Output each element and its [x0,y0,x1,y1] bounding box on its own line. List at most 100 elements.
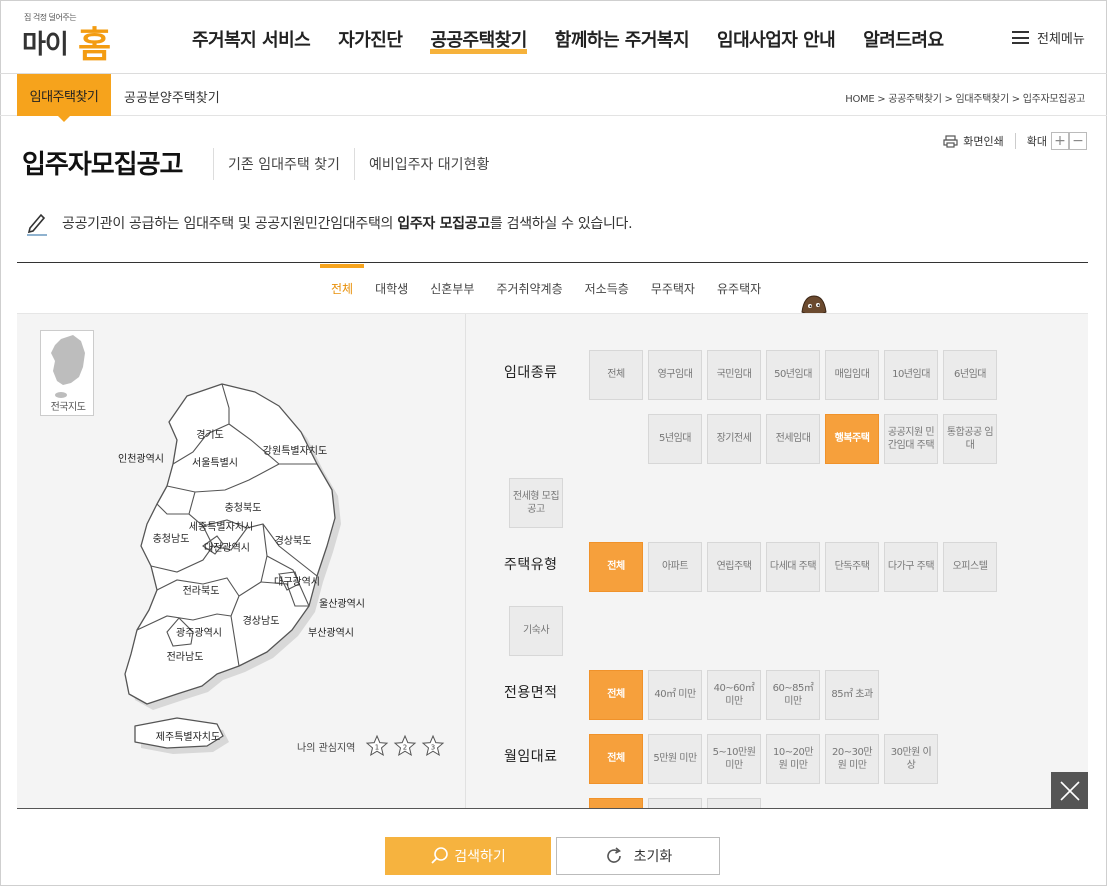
print-label: 화면인쇄 [963,135,1004,148]
area-40-60[interactable]: 40~60㎡ 미만 [707,670,761,720]
category-tab-all[interactable]: 전체 [320,264,365,312]
region-gyeongbuk[interactable]: 경상북도 [275,534,312,547]
category-tab-newlyweds[interactable]: 신혼부부 [419,264,485,312]
rental-type-6yr[interactable]: 6년임대 [943,350,997,400]
area-all[interactable]: 전체 [589,670,643,720]
map-area: 전국지도 경기도 인천광역시 서울특별시 강원특별자치도 충청북도 세종특별자치… [17,314,466,808]
region-sejong[interactable]: 세종특별자치시 [189,521,253,533]
logo-name-a: 마이 [22,30,69,60]
region-daegu[interactable]: 대구광역시 [274,576,320,588]
rental-type-purchase[interactable]: 매입임대 [825,350,879,400]
rental-type-long-jeonse[interactable]: 장기전세 [707,414,761,464]
area-over-85[interactable]: 85㎡ 초과 [825,670,879,720]
rental-type-10yr[interactable]: 10년임대 [884,350,938,400]
title-tabs: 기존 임대주택 찾기 예비입주자 대기현황 [213,148,503,180]
next-row-option-3[interactable] [707,798,761,808]
svg-text:2: 2 [403,744,407,752]
nav-housing-welfare-service[interactable]: 주거복지 서비스 [192,26,311,52]
close-icon [1059,780,1080,801]
rent-5-10[interactable]: 5~10만원 미만 [707,734,761,784]
zoom-in-button[interactable]: + [1051,132,1069,150]
nav-together-welfare[interactable]: 함께하는 주거복지 [555,26,690,52]
house-type-multi-family[interactable]: 다가구 주택 [884,542,938,592]
category-tab-homeless[interactable]: 무주택자 [640,264,706,312]
rental-type-integrated[interactable]: 통합공공 임대 [943,414,997,464]
intro-sentence: 공공기관이 공급하는 임대주택 및 공공지원민간임대주택의 입주자 모집공고를 … [62,216,633,232]
house-type-row-house[interactable]: 연립주택 [707,542,761,592]
nav-rental-business[interactable]: 임대사업자 안내 [717,26,836,52]
rental-type-all[interactable]: 전체 [589,350,643,400]
rental-type-5yr[interactable]: 5년임대 [648,414,702,464]
rental-type-national[interactable]: 국민임대 [707,350,761,400]
section-divider [17,262,1088,263]
area-under-40[interactable]: 40㎡ 미만 [648,670,702,720]
rental-type-permanent[interactable]: 영구임대 [648,350,702,400]
all-menu-button[interactable]: 전체메뉴 [1012,28,1085,47]
close-panel-button[interactable] [1051,772,1088,809]
house-type-detached[interactable]: 단독주택 [825,542,879,592]
rent-all[interactable]: 전체 [589,734,643,784]
print-button[interactable]: 화면인쇄 [943,133,1016,149]
rent-20-30[interactable]: 20~30만원 미만 [825,734,879,784]
house-type-all[interactable]: 전체 [589,542,643,592]
logo-tagline: 집 걱정 덜어주는 [24,13,77,22]
region-jeju[interactable]: 제주특별자치도 [156,731,220,743]
nav-public-housing-search[interactable]: 공공주택찾기 [430,26,527,54]
rental-type-public-private[interactable]: 공공지원 민간임대 주택 [884,414,938,464]
house-type-apartment[interactable]: 아파트 [648,542,702,592]
category-tab-homeowner[interactable]: 유주택자 [706,264,772,312]
subnav-rental-search[interactable]: 임대주택찾기 [17,74,111,122]
region-jeonnam[interactable]: 전라남도 [167,651,204,663]
rent-under-5[interactable]: 5만원 미만 [648,734,702,784]
svg-text:1: 1 [375,744,379,752]
tab-waiting-status[interactable]: 예비입주자 대기현황 [353,148,503,180]
subnav-sale-search[interactable]: 공공분양주택찾기 [124,87,220,106]
rental-type-jeonse-rental[interactable]: 전세임대 [766,414,820,464]
region-incheon[interactable]: 인천광역시 [118,453,164,465]
house-type-dormitory[interactable]: 기숙사 [509,606,563,656]
sub-nav: 임대주택찾기 공공분양주택찾기 HOME > 공공주택찾기 > 임대주택찾기 >… [0,74,1107,122]
logo-name-b: 홈 [78,25,111,66]
region-busan[interactable]: 부산광역시 [308,627,354,639]
region-gyeonggi[interactable]: 경기도 [196,428,224,441]
search-panel: 전국지도 경기도 인천광역시 서울특별시 강원특별자치도 충청북도 세종특별자치… [17,313,1088,809]
category-tab-student[interactable]: 대학생 [364,264,419,312]
region-chungbuk[interactable]: 충청북도 [225,502,262,514]
site-logo[interactable]: 집 걱정 덜어주는 마이 홈 [22,12,132,66]
zoom-out-button[interactable]: − [1069,132,1087,150]
region-jeonbuk[interactable]: 전라북도 [183,585,220,597]
reset-button[interactable]: 초기화 [556,837,720,875]
region-seoul[interactable]: 서울특별시 [192,457,238,469]
favorite-star-3-icon[interactable]: 3 [421,734,445,758]
minus-icon: − [1072,133,1084,149]
region-gyeongnam[interactable]: 경상남도 [243,614,280,627]
favorite-star-1-icon[interactable]: 1 [365,734,389,758]
rental-type-jeonse-notice[interactable]: 전세형 모집공고 [509,478,563,528]
next-row-option-1[interactable] [589,798,643,808]
rental-type-50yr[interactable]: 50년임대 [766,350,820,400]
region-gwangju[interactable]: 광주광역시 [176,627,222,639]
house-type-label: 주택유형 [504,557,558,573]
house-type-officetel[interactable]: 오피스텔 [943,542,997,592]
region-chungnam[interactable]: 충청남도 [153,533,190,545]
intro-highlight: 입주자 모집공고 [397,216,490,232]
rental-type-happy-housing[interactable]: 행복주택 [825,414,879,464]
next-row-option-2[interactable] [648,798,702,808]
nav-self-diagnosis[interactable]: 자가진단 [338,26,403,52]
favorite-star-2-icon[interactable]: 2 [393,734,417,758]
search-button[interactable]: 검색하기 [385,837,551,875]
region-gangwon[interactable]: 강원특별자치도 [263,445,327,457]
region-daejeon[interactable]: 대전광역시 [204,542,250,554]
area-60-85[interactable]: 60~85㎡ 미만 [766,670,820,720]
category-tab-low-income[interactable]: 저소득층 [574,264,640,312]
category-tab-vulnerable[interactable]: 주거취약계층 [485,264,573,312]
hamburger-icon [1012,31,1029,44]
tab-existing-rental[interactable]: 기존 임대주택 찾기 [213,148,354,180]
reset-button-label: 초기화 [633,849,673,865]
rent-10-20[interactable]: 10~20만원 미만 [766,734,820,784]
nav-notices[interactable]: 알려드려요 [863,26,944,52]
rent-over-30[interactable]: 30만원 이상 [884,734,938,784]
plus-icon: + [1054,133,1066,149]
house-type-multiplex[interactable]: 다세대 주택 [766,542,820,592]
region-ulsan[interactable]: 울산광역시 [319,598,365,610]
